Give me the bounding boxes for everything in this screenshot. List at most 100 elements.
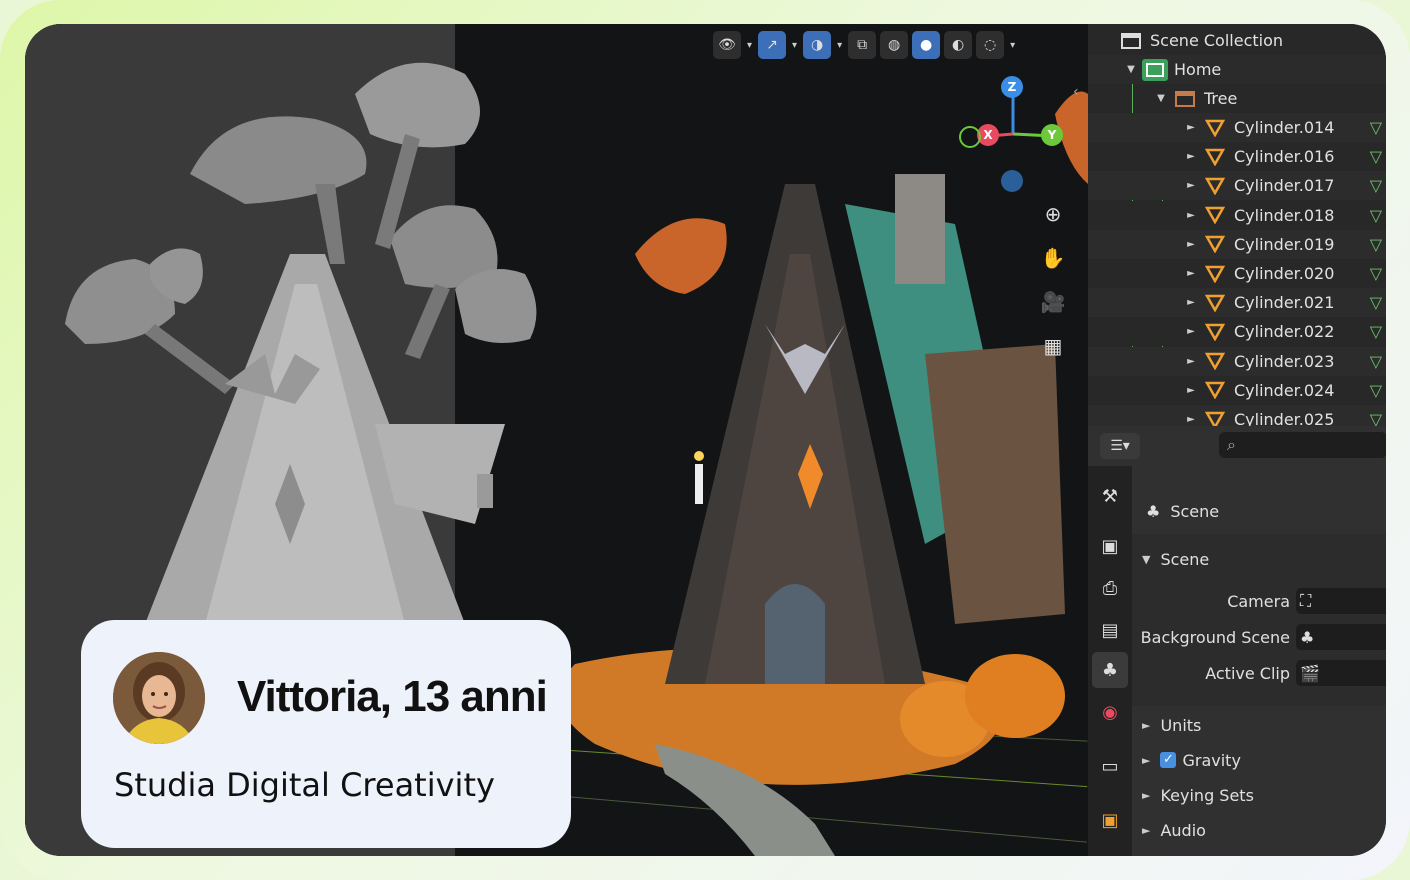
outliner-row-object[interactable]: ► Cylinder.023 ▽: [1088, 346, 1386, 376]
world-globe-icon: ◉: [1102, 701, 1118, 723]
outliner-row-object[interactable]: ► Cylinder.017 ▽: [1088, 171, 1386, 201]
chevron-down-icon[interactable]: ▾: [837, 40, 842, 51]
collapsed-panel-header[interactable]: ► Audio: [1132, 815, 1386, 845]
collection-tab[interactable]: ▭: [1092, 748, 1128, 784]
chevron-down-icon[interactable]: ▾: [792, 40, 797, 51]
render-tab[interactable]: ▣: [1092, 528, 1128, 564]
mesh-data-icon[interactable]: ▽: [1370, 410, 1382, 426]
expand-triangle-icon[interactable]: ►: [1142, 824, 1150, 837]
mesh-data-icon[interactable]: ▽: [1370, 118, 1382, 137]
gravity-checkbox[interactable]: ✓: [1160, 752, 1177, 768]
view-layer-tab[interactable]: ▤: [1092, 612, 1128, 648]
overlays-toggle-button[interactable]: ◑: [803, 31, 832, 59]
mesh-object-icon: [1202, 175, 1228, 197]
outliner-label: Cylinder.019: [1234, 234, 1335, 254]
mesh-data-icon[interactable]: ▽: [1370, 293, 1382, 312]
expand-triangle-icon[interactable]: ►: [1184, 414, 1198, 425]
chevron-left-icon[interactable]: ‹: [1073, 84, 1079, 100]
collapsed-panel-header[interactable]: ► ✓ Gravity: [1132, 745, 1386, 775]
expand-triangle-icon[interactable]: ►: [1184, 326, 1198, 337]
scene-tab[interactable]: ♣: [1092, 652, 1128, 688]
visibility-toggle-button[interactable]: 👁: [713, 31, 741, 59]
outliner-row-object[interactable]: ► Cylinder.020 ▽: [1088, 259, 1386, 288]
mesh-data-icon[interactable]: ▽: [1370, 322, 1382, 341]
navigation-gizmo[interactable]: Z X Y: [959, 74, 1073, 214]
expand-triangle-icon[interactable]: ►: [1184, 122, 1198, 133]
mesh-data-icon[interactable]: ▽: [1370, 235, 1382, 254]
mesh-data-icon[interactable]: ▽: [1370, 147, 1382, 166]
outliner-row-object[interactable]: ► Cylinder.021 ▽: [1088, 288, 1386, 318]
scene-icon: ♣: [1101, 659, 1119, 681]
collection-box-icon: ▭: [1101, 755, 1119, 777]
expand-triangle-icon[interactable]: ►: [1142, 719, 1150, 732]
expand-triangle-icon[interactable]: ►: [1184, 151, 1198, 162]
outliner-row-object[interactable]: ► Cylinder.022 ▽: [1088, 317, 1386, 347]
outliner-row-object[interactable]: ► Cylinder.025 ▽: [1088, 405, 1386, 426]
gizmo-neg-y-axis[interactable]: [959, 126, 981, 148]
object-tab[interactable]: ▣: [1092, 802, 1128, 838]
rendered-shading-button[interactable]: ◌: [976, 31, 1005, 59]
mesh-object-icon: [1202, 204, 1228, 226]
expand-triangle-icon[interactable]: ►: [1184, 385, 1198, 396]
scene-panel-header[interactable]: ▼ Scene: [1132, 550, 1386, 569]
solid-shading-button[interactable]: ●: [912, 31, 941, 59]
active-clip-field[interactable]: 🎬: [1296, 660, 1386, 686]
outliner-row-object[interactable]: ► Cylinder.024 ▽: [1088, 375, 1386, 405]
expand-triangle-icon[interactable]: ►: [1184, 356, 1198, 367]
mesh-data-icon[interactable]: ▽: [1370, 381, 1382, 400]
mesh-object-icon: [1202, 117, 1228, 139]
grid-perspective-icon[interactable]: ▦: [1039, 332, 1067, 360]
hand-pan-icon[interactable]: ✋: [1039, 244, 1067, 272]
tool-tab[interactable]: ⚒: [1092, 478, 1128, 514]
expand-triangle-icon[interactable]: ►: [1184, 268, 1198, 279]
expand-triangle-icon[interactable]: ►: [1184, 297, 1198, 308]
mesh-data-icon[interactable]: ▽: [1370, 352, 1382, 371]
mesh-data-icon[interactable]: ▽: [1370, 206, 1382, 225]
panel-label: Units: [1160, 715, 1202, 735]
expand-triangle-icon[interactable]: ►: [1142, 789, 1150, 802]
outliner-row-home[interactable]: ▼ Home: [1088, 55, 1386, 84]
material-shading-button[interactable]: ◐: [944, 31, 973, 59]
gizmo-neg-z-axis[interactable]: [1001, 170, 1023, 192]
solid-sphere-icon: ●: [919, 37, 933, 53]
chevron-down-icon[interactable]: ▾: [747, 40, 752, 51]
expand-triangle-icon[interactable]: ►: [1184, 180, 1198, 191]
camera-field[interactable]: ⛶: [1296, 588, 1386, 614]
student-info-card: Vittoria, 13 anni Studia Digital Creativ…: [81, 620, 571, 848]
expand-triangle-icon[interactable]: ►: [1184, 239, 1198, 250]
properties-search-input[interactable]: ⌕: [1219, 432, 1386, 458]
wireframe-shading-button[interactable]: ◍: [880, 31, 909, 59]
properties-editor-icon: ☰▾: [1110, 438, 1130, 454]
editor-type-button[interactable]: ☰▾: [1100, 433, 1140, 459]
expand-triangle-icon[interactable]: ►: [1142, 754, 1150, 767]
expand-triangle-icon[interactable]: ▼: [1154, 93, 1168, 104]
outliner-row-object[interactable]: ► Cylinder.014 ▽: [1088, 113, 1386, 142]
collapsed-panel-header[interactable]: ► Keying Sets: [1132, 780, 1386, 810]
world-tab[interactable]: ◉: [1092, 694, 1128, 730]
expand-triangle-icon[interactable]: ►: [1184, 210, 1198, 221]
search-icon: ⌕: [1227, 435, 1236, 454]
outliner-row-object[interactable]: ► Cylinder.016 ▽: [1088, 142, 1386, 172]
camera-icon[interactable]: 🎥: [1039, 288, 1067, 316]
outliner-row-object[interactable]: ► Cylinder.018 ▽: [1088, 200, 1386, 230]
output-tab[interactable]: ⎙: [1092, 570, 1128, 606]
outliner-row-scene-collection[interactable]: Scene Collection: [1088, 26, 1386, 55]
outliner-row-object[interactable]: ► Cylinder.019 ▽: [1088, 229, 1386, 259]
expand-triangle-icon[interactable]: ▼: [1142, 553, 1150, 566]
mesh-data-icon[interactable]: ▽: [1370, 264, 1382, 283]
mesh-data-icon[interactable]: ▽: [1370, 176, 1382, 195]
background-scene-field[interactable]: ♣: [1296, 624, 1386, 650]
expand-triangle-icon[interactable]: ▼: [1124, 64, 1138, 75]
gizmo-toggle-button[interactable]: ↗: [758, 31, 787, 59]
collapsed-panel-header[interactable]: ►Rigid Body World: [1132, 850, 1386, 857]
zoom-icon[interactable]: ⊕: [1039, 200, 1067, 228]
chevron-down-icon[interactable]: ▾: [1010, 40, 1015, 51]
xray-icon: ⧉: [857, 37, 868, 53]
gizmo-z-axis[interactable]: Z: [1001, 76, 1023, 98]
gizmo-y-axis[interactable]: Y: [1041, 124, 1063, 146]
collapsed-panel-header[interactable]: ► Units: [1132, 710, 1386, 740]
xray-toggle-button[interactable]: ⧉: [848, 31, 877, 59]
panel-label: Audio: [1160, 820, 1206, 840]
viewport-navigation-tools: ⊕ ✋ 🎥 ▦: [1039, 200, 1067, 360]
material-sphere-icon: ◐: [951, 37, 965, 53]
